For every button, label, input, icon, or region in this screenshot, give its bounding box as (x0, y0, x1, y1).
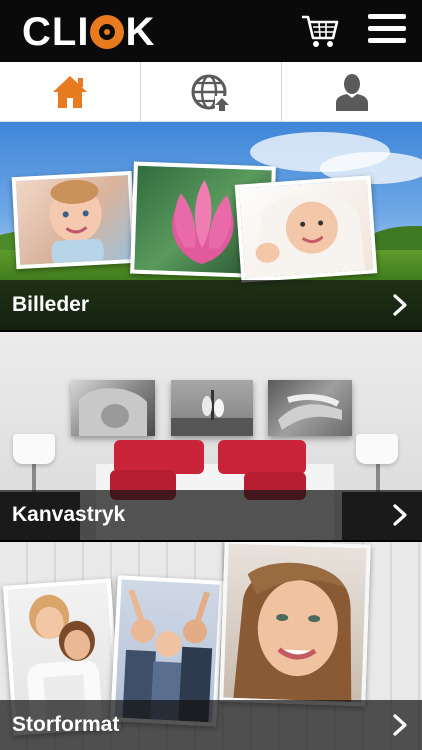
baby-photo-right (234, 175, 378, 283)
click-logo[interactable]: CLI K (22, 10, 155, 54)
category-storformat[interactable]: Storformat (0, 542, 422, 750)
baby-photo-left (11, 170, 137, 270)
category-billeder[interactable]: Billeder (0, 122, 422, 330)
tab-web-upload[interactable] (141, 62, 282, 121)
logo-text-right: K (125, 10, 156, 54)
category-label: Storformat (12, 713, 120, 736)
tab-account[interactable] (282, 62, 422, 121)
category-label: Billeder (12, 293, 90, 316)
chevron-right-icon (393, 714, 407, 736)
shopping-cart-icon[interactable] (300, 12, 340, 50)
home-icon (53, 75, 87, 108)
pillow (114, 440, 204, 474)
category-label: Kanvastryk (12, 503, 126, 526)
chevron-right-icon (393, 294, 407, 316)
hamburger-menu-icon[interactable] (368, 14, 406, 48)
lamp-left (13, 434, 55, 464)
tab-home[interactable] (0, 62, 141, 121)
chevron-right-icon (393, 504, 407, 526)
category-kanvastryk[interactable]: Kanvastryk (0, 332, 422, 540)
canvas-print-hands (268, 380, 352, 436)
canvas-print-couple (171, 380, 253, 436)
category-bar: Kanvastryk (0, 490, 422, 540)
globe-upload-icon (191, 74, 230, 111)
canvas-print-baby (71, 380, 155, 436)
logo-disc-icon (90, 15, 125, 49)
category-bar: Storformat (0, 700, 422, 750)
pillow (218, 440, 306, 474)
lamp-right (356, 434, 398, 464)
category-bar: Billeder (0, 280, 422, 330)
user-icon (336, 73, 368, 111)
main-tabs (0, 62, 422, 122)
woman-portrait-photo (219, 542, 371, 707)
logo-text-left: CLI (22, 10, 90, 54)
app-header: CLI K (0, 0, 422, 62)
